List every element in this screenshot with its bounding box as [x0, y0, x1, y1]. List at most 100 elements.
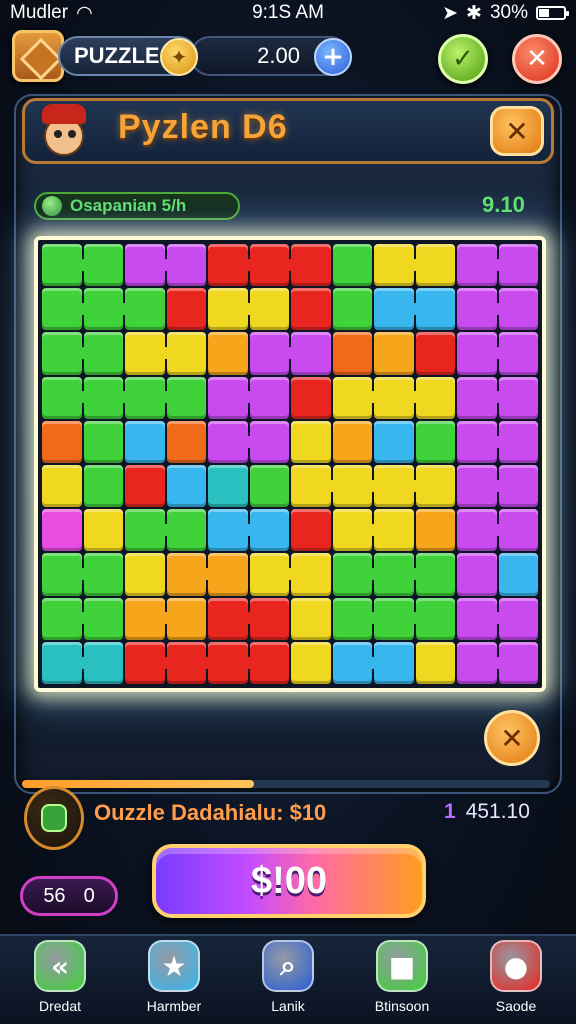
puzzle-tile[interactable] [125, 641, 171, 684]
puzzle-tile[interactable] [125, 465, 165, 508]
puzzle-tile[interactable] [498, 244, 538, 287]
puzzle-tile[interactable] [498, 420, 538, 463]
puzzle-tile[interactable] [42, 332, 88, 375]
puzzle-tile[interactable] [291, 244, 331, 287]
puzzle-tile[interactable] [332, 288, 372, 331]
nav-item-btinsoon[interactable]: ■ Btinsoon [352, 940, 452, 1022]
puzzle-tile[interactable] [374, 288, 420, 331]
puzzle-tile[interactable] [415, 244, 455, 287]
puzzle-tile[interactable] [332, 641, 379, 684]
puzzle-tile[interactable] [332, 553, 379, 596]
puzzle-tile[interactable] [415, 465, 455, 508]
puzzle-tile[interactable] [374, 376, 420, 419]
puzzle-tile[interactable] [208, 420, 254, 463]
puzzle-tile[interactable] [249, 244, 296, 287]
board-close-button[interactable]: ✕ [484, 710, 540, 766]
puzzle-tile[interactable] [166, 244, 206, 287]
puzzle-tile[interactable] [457, 288, 503, 331]
puzzle-tile[interactable] [457, 420, 503, 463]
puzzle-tile[interactable] [166, 509, 206, 552]
puzzle-tile[interactable] [125, 244, 171, 287]
puzzle-tile[interactable] [208, 597, 254, 640]
puzzle-tile[interactable] [42, 641, 88, 684]
puzzle-tile[interactable] [125, 332, 171, 375]
puzzle-tile[interactable] [332, 509, 379, 552]
nav-item-lanik[interactable]: ⌕ Lanik [238, 940, 338, 1022]
puzzle-tile[interactable] [374, 641, 414, 684]
puzzle-tile[interactable] [457, 641, 503, 684]
puzzle-tile[interactable] [42, 376, 88, 419]
close-button[interactable]: ✕ [512, 34, 562, 84]
puzzle-tile[interactable] [125, 553, 165, 596]
puzzle-tile[interactable] [42, 597, 88, 640]
puzzle-tile[interactable] [208, 332, 248, 375]
puzzle-tile[interactable] [42, 420, 82, 463]
puzzle-tile[interactable] [125, 509, 171, 552]
puzzle-tile[interactable] [208, 641, 254, 684]
puzzle-tile[interactable] [249, 288, 289, 331]
puzzle-tile[interactable] [208, 244, 254, 287]
puzzle-tile[interactable] [498, 465, 538, 508]
puzzle-tile[interactable] [457, 553, 497, 596]
puzzle-tile[interactable] [291, 509, 331, 552]
puzzle-tile[interactable] [249, 597, 289, 640]
puzzle-tile[interactable] [125, 376, 171, 419]
puzzle-tile[interactable] [415, 288, 455, 331]
confirm-button[interactable]: ✓ [438, 34, 488, 84]
coin-icon[interactable]: ✦ [160, 38, 198, 76]
nav-item-saode[interactable]: ● Saode [466, 940, 566, 1022]
puzzle-tile[interactable] [208, 553, 248, 596]
puzzle-tile[interactable] [374, 465, 420, 508]
puzzle-tile[interactable] [332, 332, 372, 375]
puzzle-tile[interactable] [125, 597, 171, 640]
puzzle-tile[interactable] [83, 376, 130, 419]
puzzle-tile[interactable] [332, 244, 372, 287]
puzzle-tile[interactable] [42, 244, 88, 287]
puzzle-tile[interactable] [457, 376, 503, 419]
puzzle-tile[interactable] [374, 332, 414, 375]
puzzle-tile[interactable] [415, 376, 455, 419]
puzzle-tile[interactable] [291, 288, 331, 331]
puzzle-tile[interactable] [208, 509, 254, 552]
puzzle-tile[interactable] [498, 288, 538, 331]
puzzle-tile[interactable] [374, 420, 414, 463]
puzzle-tile[interactable] [42, 465, 82, 508]
nav-item-harmber[interactable]: ★ Harmber [124, 940, 224, 1022]
puzzle-tile[interactable] [249, 553, 296, 596]
puzzle-tile[interactable] [166, 553, 213, 596]
puzzle-tile[interactable] [249, 332, 296, 375]
puzzle-tile[interactable] [208, 376, 254, 419]
puzzle-tile[interactable] [415, 332, 455, 375]
puzzle-tile[interactable] [415, 509, 455, 552]
puzzle-tile[interactable] [498, 509, 538, 552]
puzzle-tile[interactable] [249, 509, 289, 552]
puzzle-tile[interactable] [166, 641, 213, 684]
puzzle-tile[interactable] [249, 641, 289, 684]
add-coins-button[interactable]: + [314, 38, 352, 76]
puzzle-tile[interactable] [125, 420, 165, 463]
puzzle-tile[interactable] [83, 641, 123, 684]
puzzle-tile[interactable] [332, 376, 379, 419]
puzzle-tile[interactable] [415, 553, 455, 596]
puzzle-tile[interactable] [291, 420, 331, 463]
puzzle-tile[interactable] [291, 641, 331, 684]
puzzle-tile[interactable] [83, 597, 123, 640]
puzzle-tile[interactable] [498, 376, 538, 419]
puzzle-tile[interactable] [125, 288, 165, 331]
nav-item-dredat[interactable]: « Dredat [10, 940, 110, 1022]
puzzle-tile[interactable] [457, 244, 503, 287]
puzzle-tile[interactable] [83, 553, 123, 596]
puzzle-tile[interactable] [498, 553, 538, 596]
puzzle-tile[interactable] [249, 465, 289, 508]
puzzle-tile[interactable] [457, 509, 503, 552]
puzzle-tile[interactable] [457, 465, 503, 508]
puzzle-tile[interactable] [208, 288, 254, 331]
puzzle-tile[interactable] [374, 509, 414, 552]
puzzle-tile[interactable] [415, 420, 455, 463]
header-close-button[interactable]: ✕ [490, 106, 544, 156]
puzzle-tile[interactable] [166, 332, 206, 375]
puzzle-tile[interactable] [291, 597, 331, 640]
puzzle-tile[interactable] [415, 597, 455, 640]
puzzle-tile[interactable] [415, 641, 455, 684]
puzzle-tile[interactable] [83, 509, 123, 552]
